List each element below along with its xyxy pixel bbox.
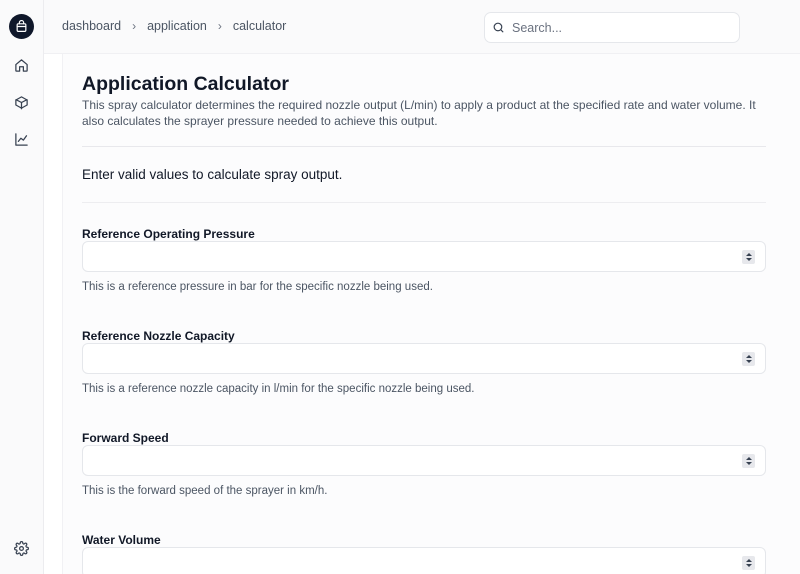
stepper-icon[interactable] <box>742 556 755 570</box>
app: dashboard › application › calculator App… <box>0 0 800 574</box>
divider <box>82 146 766 147</box>
field-help: This is a reference nozzle capacity in l… <box>82 383 475 395</box>
gear-icon[interactable] <box>10 537 32 559</box>
breadcrumb: dashboard › application › calculator <box>62 19 286 33</box>
sidebar-rail <box>0 0 44 574</box>
search-icon <box>492 21 505 34</box>
number-input-box <box>82 343 766 374</box>
field-reference-operating-pressure: Reference Operating Pressure This is a r… <box>82 225 767 293</box>
field-label: Reference Nozzle Capacity <box>82 329 235 343</box>
status-message: Enter valid values to calculate spray ou… <box>82 167 343 182</box>
page-title: Application Calculator <box>82 73 289 95</box>
field-water-volume: Water Volume <box>82 531 767 574</box>
chart-icon[interactable] <box>10 128 32 150</box>
field-label: Reference Operating Pressure <box>82 227 255 241</box>
breadcrumb-calculator: calculator <box>232 19 287 33</box>
reference-nozzle-capacity-input[interactable] <box>83 344 723 373</box>
field-forward-speed: Forward Speed This is the forward speed … <box>82 429 767 497</box>
divider <box>82 202 766 203</box>
page-description: This spray calculator determines the req… <box>82 98 756 128</box>
box-icon[interactable] <box>10 91 32 113</box>
field-label: Water Volume <box>82 533 161 547</box>
water-volume-input[interactable] <box>83 548 723 574</box>
field-help: This is a reference pressure in bar for … <box>82 281 433 293</box>
breadcrumb-dashboard[interactable]: dashboard <box>62 19 121 33</box>
stepper-icon[interactable] <box>742 250 755 264</box>
home-icon[interactable] <box>10 54 32 76</box>
number-input-box <box>82 547 766 574</box>
main-panel: Application Calculator This spray calcul… <box>62 54 800 574</box>
field-reference-nozzle-capacity: Reference Nozzle Capacity This is a refe… <box>82 327 767 395</box>
search-input[interactable] <box>512 20 712 35</box>
top-bar: dashboard › application › calculator <box>44 0 800 54</box>
chevron-right-icon: › <box>217 19 222 33</box>
stepper-icon[interactable] <box>742 352 755 366</box>
number-input-box <box>82 445 766 476</box>
search-box[interactable] <box>484 12 740 43</box>
field-help: This is the forward speed of the sprayer… <box>82 485 328 497</box>
breadcrumb-application[interactable]: application <box>147 19 207 33</box>
reference-operating-pressure-input[interactable] <box>83 242 723 271</box>
forward-speed-input[interactable] <box>83 446 723 475</box>
field-label: Forward Speed <box>82 431 169 445</box>
number-input-box <box>82 241 766 272</box>
chevron-right-icon: › <box>132 19 137 33</box>
stepper-icon[interactable] <box>742 454 755 468</box>
bag-icon[interactable] <box>9 14 34 39</box>
